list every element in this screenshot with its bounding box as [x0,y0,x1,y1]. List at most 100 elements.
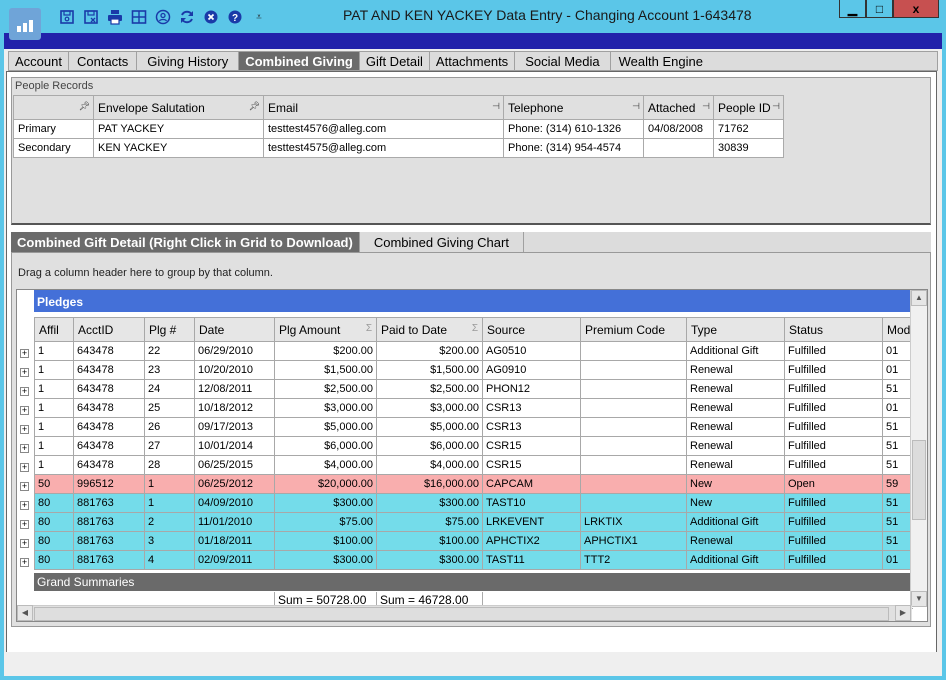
mode-cell[interactable]: 51 [882,379,914,399]
pledges-grid[interactable]: Pledges + + + + + + + + + + + + Affil AcctID Plg # Dat… [16,289,928,622]
pin-icon[interactable]: ⊣ [492,101,500,112]
people-col-telephone[interactable]: Telephone ⊣ [503,95,644,120]
scroll-down-icon[interactable]: ▼ [911,591,927,607]
attached-cell[interactable] [643,138,714,158]
plg-amount-cell[interactable]: $6,000.00 [274,436,377,456]
tab-combined-giving[interactable]: Combined Giving [238,51,360,71]
plg-amount-cell[interactable]: $300.00 [274,550,377,570]
affil-cell[interactable]: 1 [34,360,74,380]
mode-cell[interactable]: 51 [882,417,914,437]
expand-icon[interactable]: + [20,558,29,567]
status-cell[interactable]: Open [784,474,883,494]
pledge-row[interactable]: 50 996512 1 06/25/2012 $20,000.00 $16,000.00 C… [34,474,914,494]
print-icon[interactable] [105,7,125,27]
type-cell[interactable]: New [686,474,785,494]
plg-amount-cell[interactable]: $75.00 [274,512,377,532]
telephone-cell[interactable]: Phone: (314) 954-4574 [503,138,644,158]
grid-icon[interactable] [129,7,149,27]
premium-code-cell[interactable] [580,417,687,437]
expand-icon[interactable]: + [20,406,29,415]
premium-code-cell[interactable] [580,455,687,475]
premium-code-cell[interactable] [580,379,687,399]
people-col-attached[interactable]: Attached ⊣ [643,95,714,120]
status-cell[interactable]: Fulfilled [784,436,883,456]
source-cell[interactable]: TAST10 [482,493,581,513]
save-icon[interactable] [57,7,77,27]
plg-amount-cell[interactable]: $2,500.00 [274,379,377,399]
horizontal-scroll-thumb[interactable] [34,607,889,621]
plg-amount-cell[interactable]: $100.00 [274,531,377,551]
premium-code-cell[interactable] [580,493,687,513]
plg-number-cell[interactable]: 25 [144,398,195,418]
mode-cell[interactable]: 01 [882,550,914,570]
date-cell[interactable]: 01/18/2011 [194,531,275,551]
premium-code-cell[interactable] [580,474,687,494]
date-cell[interactable]: 06/25/2012 [194,474,275,494]
expand-icon[interactable]: + [20,444,29,453]
column-header-type[interactable]: Type [686,317,785,342]
paid-to-date-cell[interactable]: $5,000.00 [376,417,483,437]
source-cell[interactable]: TAST11 [482,550,581,570]
paid-to-date-cell[interactable]: $300.00 [376,493,483,513]
people-row[interactable]: Secondary KEN YACKEY testtest4575@alleg.… [13,138,784,158]
plg-number-cell[interactable]: 28 [144,455,195,475]
plg-number-cell[interactable]: 27 [144,436,195,456]
pledge-row[interactable]: 80 881763 3 01/18/2011 $100.00 $100.00 APHCTIX… [34,531,914,551]
status-cell[interactable]: Fulfilled [784,512,883,532]
tab-gift-detail[interactable]: Gift Detail [358,51,430,71]
source-cell[interactable]: CSR15 [482,436,581,456]
affil-cell[interactable]: 80 [34,531,74,551]
mode-cell[interactable]: 01 [882,398,914,418]
paid-to-date-cell[interactable]: $200.00 [376,341,483,361]
date-cell[interactable]: 10/20/2010 [194,360,275,380]
sum-icon[interactable]: Σ [366,323,372,334]
plg-number-cell[interactable]: 24 [144,379,195,399]
mode-cell[interactable]: 51 [882,455,914,475]
pin-icon[interactable]: ⊣ [772,101,780,112]
expand-icon[interactable]: + [20,425,29,434]
people-col-people-id[interactable]: People ID ⊣ [713,95,784,120]
acct-id-cell[interactable]: 643478 [73,341,145,361]
pin-icon[interactable]: 📌︎ [249,101,260,112]
premium-code-cell[interactable] [580,436,687,456]
acct-id-cell[interactable]: 643478 [73,398,145,418]
pledge-row[interactable]: 80 881763 4 02/09/2011 $300.00 $300.00 TAST11 T… [34,550,914,570]
acct-id-cell[interactable]: 881763 [73,512,145,532]
tab-wealth-engine[interactable]: Wealth Engine [609,51,712,71]
paid-to-date-cell[interactable]: $3,000.00 [376,398,483,418]
close-button[interactable]: x [893,0,939,18]
mode-cell[interactable]: 51 [882,531,914,551]
pin-icon[interactable]: ⊣ [632,101,640,112]
premium-code-cell[interactable]: APHCTIX1 [580,531,687,551]
plg-number-cell[interactable]: 26 [144,417,195,437]
source-cell[interactable]: PHON12 [482,379,581,399]
column-header-paid-to-date[interactable]: Paid to Date Σ [376,317,483,342]
affil-cell[interactable]: 1 [34,436,74,456]
pledge-row[interactable]: 1 643478 27 10/01/2014 $6,000.00 $6,000.00 CSR… [34,436,914,456]
people-row[interactable]: Primary PAT YACKEY testtest4576@alleg.co… [13,119,784,139]
tab-contacts[interactable]: Contacts [67,51,138,71]
scroll-left-icon[interactable]: ◀ [17,605,33,621]
premium-code-cell[interactable] [580,398,687,418]
affil-cell[interactable]: 1 [34,379,74,399]
acct-id-cell[interactable]: 996512 [73,474,145,494]
relation-cell[interactable]: Secondary [13,138,94,158]
date-cell[interactable]: 06/29/2010 [194,341,275,361]
affil-cell[interactable]: 1 [34,417,74,437]
paid-to-date-cell[interactable]: $16,000.00 [376,474,483,494]
paid-to-date-cell[interactable]: $1,500.00 [376,360,483,380]
minimize-button[interactable]: ▁ [839,0,866,18]
premium-code-cell[interactable] [580,360,687,380]
source-cell[interactable]: CSR13 [482,398,581,418]
type-cell[interactable]: Renewal [686,417,785,437]
source-cell[interactable]: LRKEVENT [482,512,581,532]
pledge-row[interactable]: 1 643478 26 09/17/2013 $5,000.00 $5,000.00 CSR… [34,417,914,437]
attached-cell[interactable]: 04/08/2008 [643,119,714,139]
close-circle-icon[interactable] [201,7,221,27]
pledge-row[interactable]: 1 643478 24 12/08/2011 $2,500.00 $2,500.00 PHO… [34,379,914,399]
customize-toolbar-icon[interactable]: ⩡ [249,7,269,27]
affil-cell[interactable]: 1 [34,455,74,475]
plg-number-cell[interactable]: 2 [144,512,195,532]
affil-cell[interactable]: 1 [34,398,74,418]
plg-number-cell[interactable]: 23 [144,360,195,380]
